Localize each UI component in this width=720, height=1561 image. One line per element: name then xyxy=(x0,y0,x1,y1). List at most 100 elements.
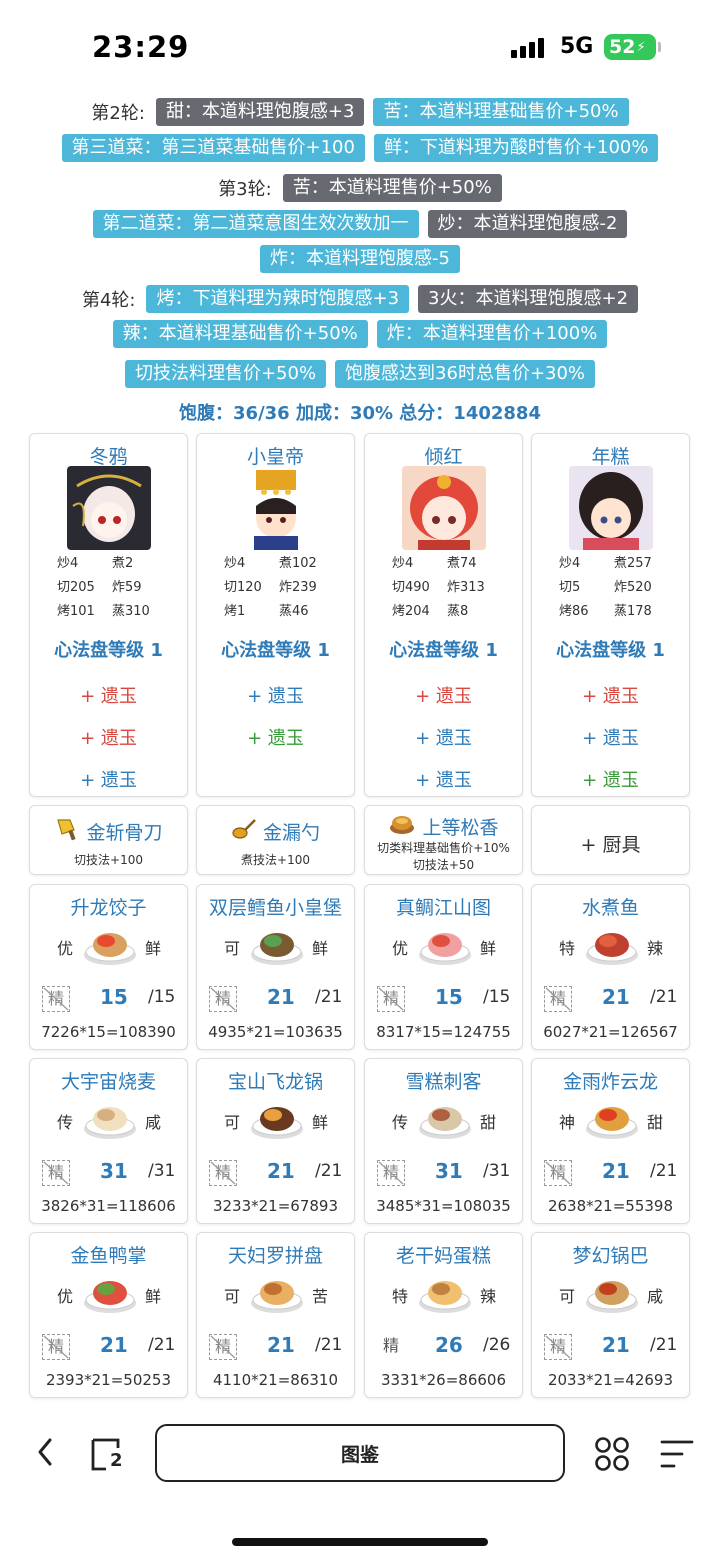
skill-stat: 烤86 xyxy=(559,604,589,619)
jade-slot[interactable]: + 遗玉 xyxy=(365,724,522,750)
cleaver-icon xyxy=(54,816,80,847)
dish-name: 雪糕刺客 xyxy=(405,1071,482,1093)
dish-card[interactable]: 水煮鱼特辣精21/216027*21=126567 xyxy=(531,884,690,1050)
round-label: 第3轮: xyxy=(218,179,272,200)
grid-icon[interactable] xyxy=(594,1436,630,1476)
heart-disc-level[interactable]: 心法盘等级 1 xyxy=(365,636,522,662)
buff-tag: 3火：本道料理饱腹感+2 xyxy=(418,285,639,313)
jade-slot[interactable]: + 遗玉 xyxy=(30,766,187,792)
dish-taste: 苦 xyxy=(311,1287,328,1306)
gallery-button[interactable]: 图鉴 xyxy=(155,1424,565,1482)
add-utensil-button[interactable]: + 厨具 xyxy=(531,805,690,875)
equipment-desc: 煮技法+100 xyxy=(241,853,310,867)
chef-name: 年糕 xyxy=(591,446,630,468)
equipment-desc: 切技法+100 xyxy=(74,853,143,867)
skill-stat: 煮102 xyxy=(279,556,317,571)
heart-disc-level[interactable]: 心法盘等级 1 xyxy=(197,636,354,662)
equipment-card-3[interactable]: 上等松香 切类料理基础售价+10% 切技法+50 xyxy=(364,805,523,875)
chef-card-1[interactable]: 冬鸦 炒4 煮2 切205 炸59 烤101 蒸310 心法盘等级 1 + 遗玉 + … xyxy=(29,433,188,797)
jade-slot[interactable]: + 遗玉 xyxy=(532,682,689,708)
dish-max: /21 xyxy=(315,1335,343,1355)
dish-name: 金鱼鸭掌 xyxy=(70,1245,147,1267)
dish-rarity: 可 xyxy=(224,939,241,958)
dish-card[interactable]: 梦幻锅巴可咸精21/212033*21=42693 xyxy=(531,1232,690,1398)
dish-card[interactable]: 宝山飞龙锅可鲜精21/213233*21=67893 xyxy=(196,1058,355,1224)
skill-stat: 蒸178 xyxy=(614,604,652,619)
buff-tag: 烤：下道料理为辣时饱腹感+3 xyxy=(146,285,410,313)
skill-stat: 炒4 xyxy=(559,556,581,571)
equipment-card-2[interactable]: 金漏勺 煮技法+100 xyxy=(196,805,355,875)
dish-image xyxy=(82,919,138,969)
dish-rarity: 传 xyxy=(57,1113,74,1132)
buff-tag: 饱腹感达到36时总售价+30% xyxy=(335,360,596,388)
dish-count[interactable]: 26 xyxy=(435,1333,463,1357)
chef-name: 冬鸦 xyxy=(89,446,128,468)
equipment-name: 上等松香 xyxy=(422,817,499,839)
menu-icon[interactable] xyxy=(660,1438,694,1474)
disabled-slash-icon xyxy=(210,1161,236,1185)
jade-slot[interactable]: + 遗玉 xyxy=(197,682,354,708)
jade-slot[interactable]: + 遗玉 xyxy=(365,682,522,708)
chef-skills: 炒4 煮257 切5 炸520 烤86 蒸178 xyxy=(559,552,669,619)
dish-rarity: 优 xyxy=(57,1287,74,1306)
dish-count[interactable]: 15 xyxy=(100,985,128,1009)
chef-card-4[interactable]: 年糕 炒4 煮257 切5 炸520 烤86 蒸178 心法盘等级 1 + 遗玉 + … xyxy=(531,433,690,797)
dish-taste: 辣 xyxy=(646,939,663,958)
dish-count[interactable]: 21 xyxy=(602,1159,630,1183)
round-2-row-2: 第三道菜：第三道菜基础售价+100 鲜：下道料理为酸时售价+100% xyxy=(0,133,720,163)
dish-image xyxy=(584,1093,640,1143)
jade-slot[interactable]: + 遗玉 xyxy=(532,724,689,750)
dish-count[interactable]: 21 xyxy=(267,985,295,1009)
dish-count[interactable]: 21 xyxy=(602,1333,630,1357)
buff-tag: 苦：本道料理基础售价+50% xyxy=(373,98,629,126)
dish-count[interactable]: 31 xyxy=(435,1159,463,1183)
skill-stat: 炒4 xyxy=(392,556,414,571)
dish-card[interactable]: 天妇罗拼盘可苦精21/214110*21=86310 xyxy=(196,1232,355,1398)
dish-card[interactable]: 雪糕刺客传甜精31/313485*31=108035 xyxy=(364,1058,523,1224)
skill-stat: 煮74 xyxy=(447,556,477,571)
buff-tag: 鲜：下道料理为酸时售价+100% xyxy=(373,134,659,162)
dish-count[interactable]: 21 xyxy=(602,985,630,1009)
jade-slot[interactable]: + 遗玉 xyxy=(30,724,187,750)
dish-count[interactable]: 15 xyxy=(435,985,463,1009)
dish-count[interactable]: 21 xyxy=(100,1333,128,1357)
jade-slot[interactable]: + 遗玉 xyxy=(197,724,354,750)
dish-count[interactable]: 21 xyxy=(267,1333,295,1357)
disabled-slash-icon xyxy=(545,1161,571,1185)
round-3-row-2: 第二道菜：第二道菜意图生效次数加一 炒：本道料理饱腹感-2 xyxy=(0,209,720,239)
dish-card[interactable]: 金鱼鸭掌优鲜精21/212393*21=50253 xyxy=(29,1232,188,1398)
dish-formula: 4935*21=103635 xyxy=(208,1023,343,1041)
dish-card[interactable]: 真鲷江山图优鲜精15/158317*15=124755 xyxy=(364,884,523,1050)
chef-card-2[interactable]: 小皇帝 炒4 煮102 切120 炸239 烤1 蒸46 心法盘等级 1 + 遗玉 +… xyxy=(196,433,355,797)
dish-card[interactable]: 老干妈蛋糕特 辣精 26/26 3331*26=86606 xyxy=(364,1232,523,1398)
dish-max: /15 xyxy=(483,987,511,1007)
dish-image xyxy=(82,1093,138,1143)
dish-count[interactable]: 21 xyxy=(267,1159,295,1183)
home-indicator[interactable] xyxy=(232,1538,488,1546)
dish-card[interactable]: 大宇宙烧麦传咸精31/313826*31=118606 xyxy=(29,1058,188,1224)
dish-card[interactable]: 升龙饺子优鲜精15/157226*15=108390 xyxy=(29,884,188,1050)
round-4-row-2: 辣：本道料理基础售价+50% 炸：本道料理售价+100% xyxy=(0,319,720,349)
skill-stat: 蒸46 xyxy=(279,604,309,619)
dish-card[interactable]: 金雨炸云龙神甜精21/212638*21=55398 xyxy=(531,1058,690,1224)
dish-name: 大宇宙烧麦 xyxy=(60,1071,156,1093)
chef-card-3[interactable]: 倾红 炒4 煮74 切490 炸313 烤204 蒸8 心法盘等级 1 + 遗玉 + … xyxy=(364,433,523,797)
refine-toggle[interactable]: 精 xyxy=(377,1334,405,1360)
dish-max: /15 xyxy=(148,987,176,1007)
tabs-icon[interactable]: 2 xyxy=(90,1436,126,1472)
disabled-slash-icon xyxy=(545,987,571,1011)
equipment-card-1[interactable]: 金斩骨刀 切技法+100 xyxy=(29,805,188,875)
heart-disc-level[interactable]: 心法盘等级 1 xyxy=(532,636,689,662)
heart-disc-level[interactable]: 心法盘等级 1 xyxy=(30,636,187,662)
jade-slot[interactable]: + 遗玉 xyxy=(532,766,689,792)
buff-tag: 炸：本道料理售价+100% xyxy=(376,320,608,348)
jade-slot[interactable]: + 遗玉 xyxy=(365,766,522,792)
chef-skills: 炒4 煮2 切205 炸59 烤101 蒸310 xyxy=(57,552,167,619)
back-icon[interactable] xyxy=(36,1436,54,1472)
jade-slot[interactable]: + 遗玉 xyxy=(30,682,187,708)
dish-card[interactable]: 双层鳕鱼小皇堡可鲜精21/214935*21=103635 xyxy=(196,884,355,1050)
disabled-slash-icon xyxy=(378,987,404,1011)
battery-icon: 52 ⚡ xyxy=(604,34,661,60)
dish-taste: 甜 xyxy=(646,1113,663,1132)
dish-count[interactable]: 31 xyxy=(100,1159,128,1183)
